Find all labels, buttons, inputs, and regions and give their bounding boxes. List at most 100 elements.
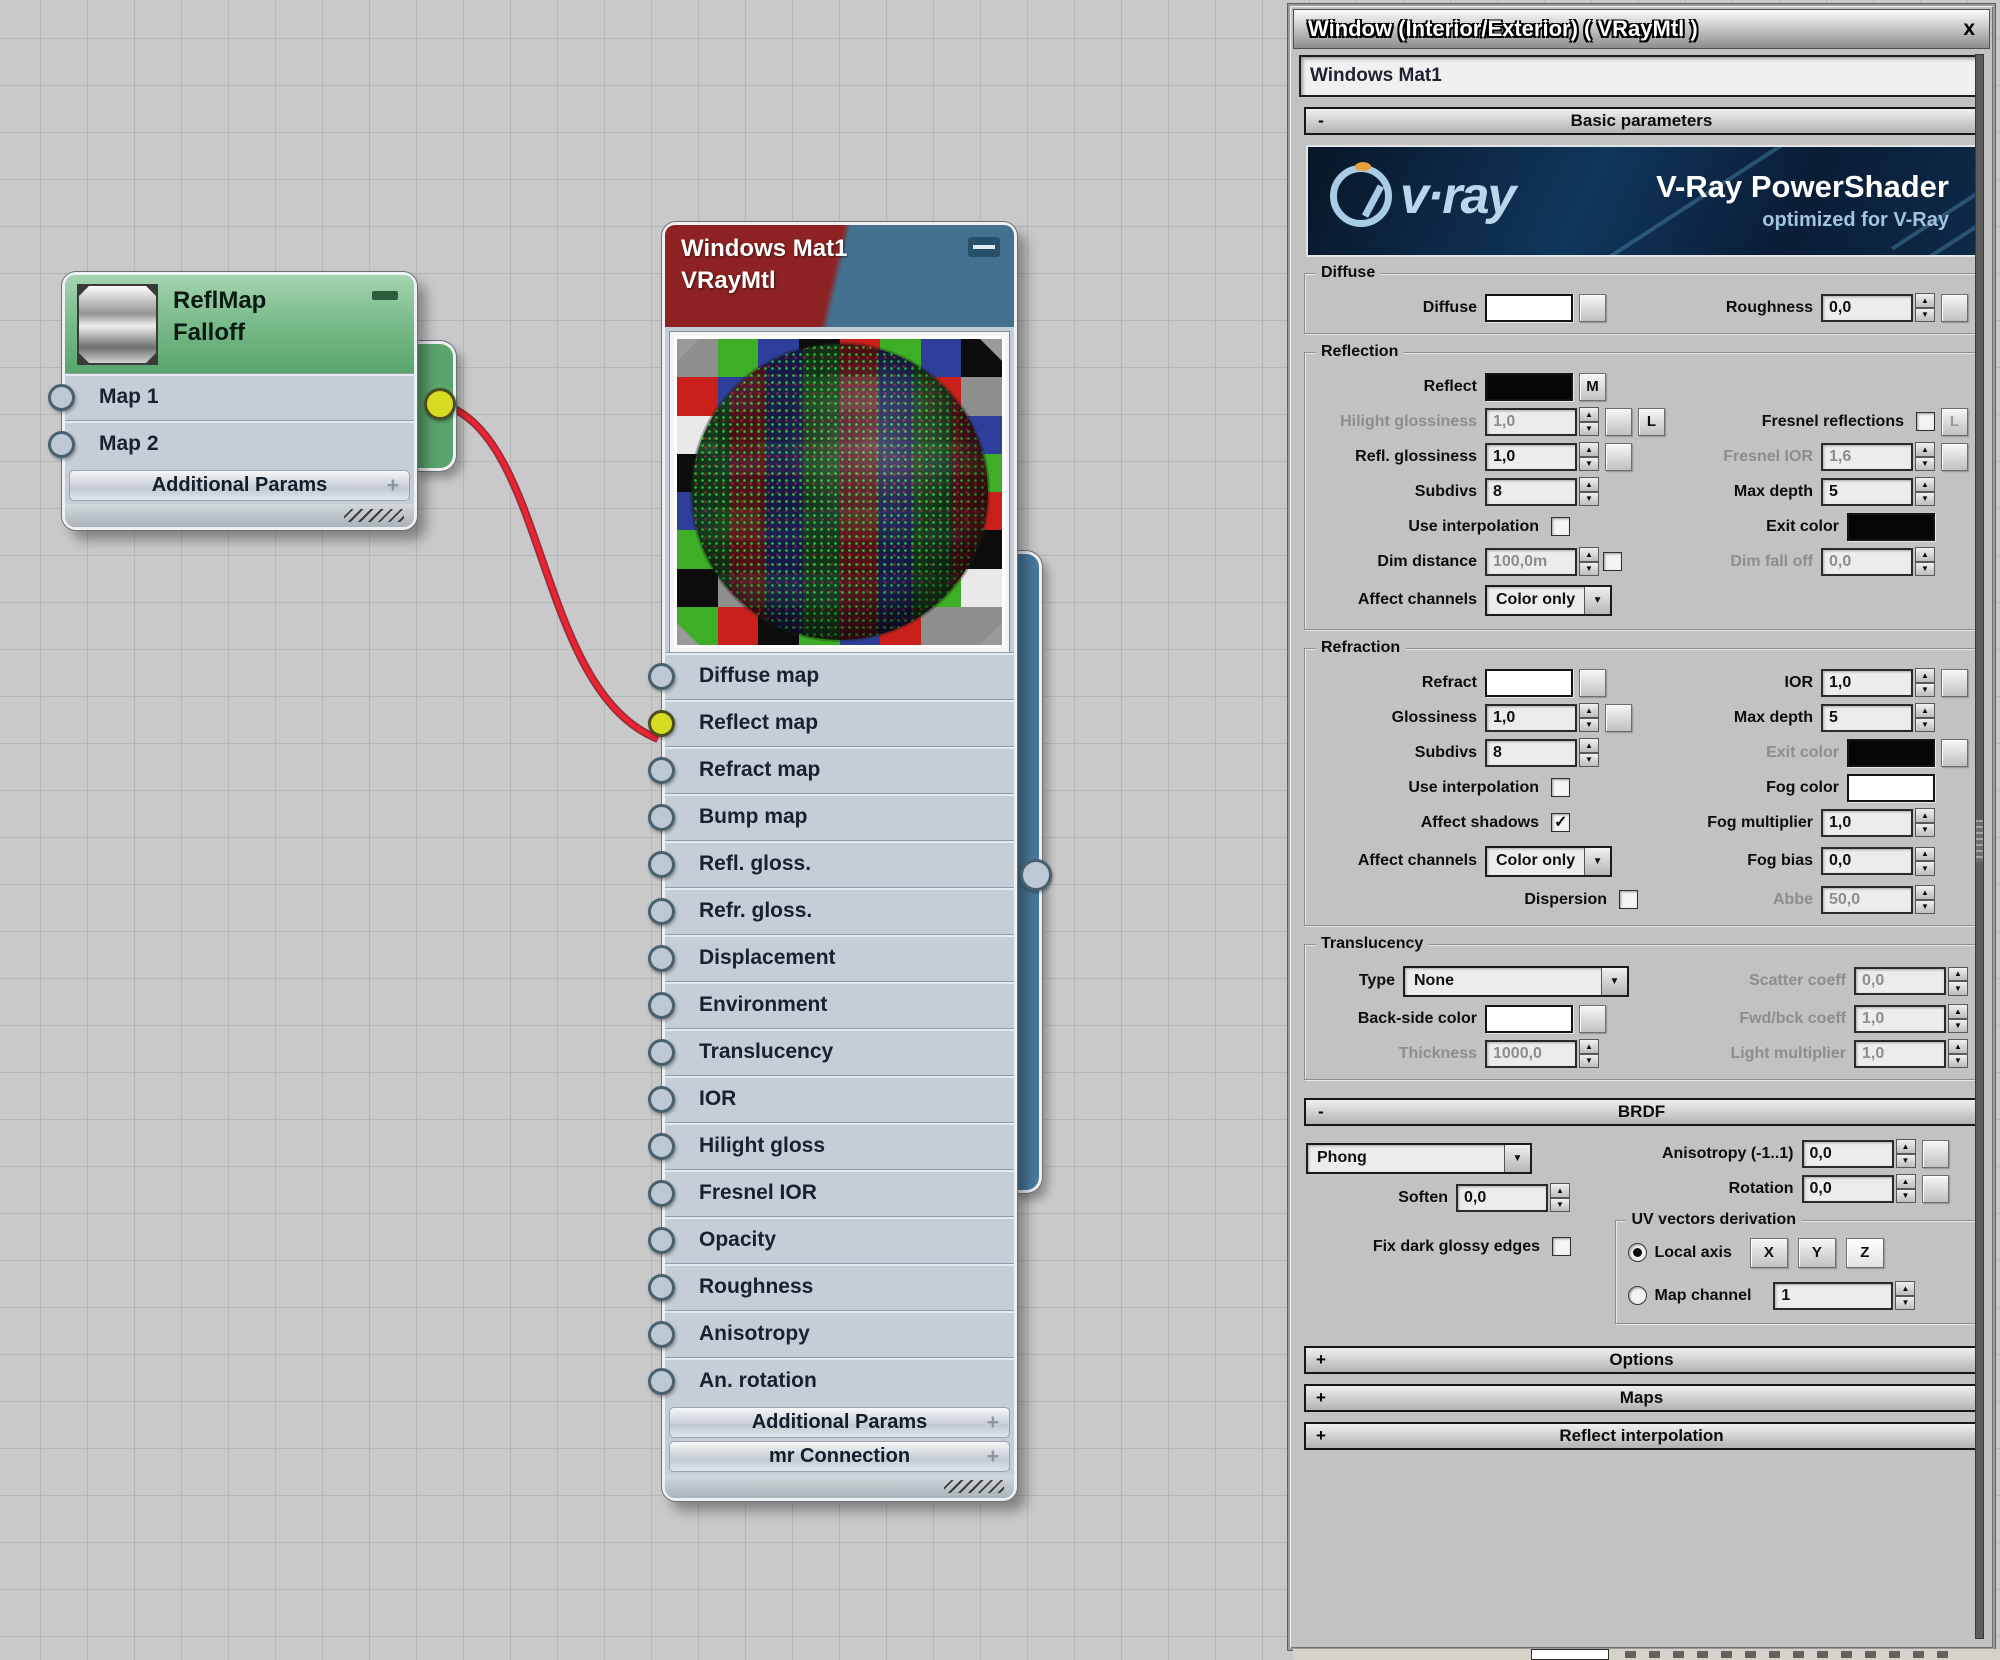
spinner-up-icon[interactable] bbox=[1915, 703, 1935, 718]
refr-exit-color-button[interactable] bbox=[1941, 739, 1968, 767]
input-socket[interactable] bbox=[648, 1039, 675, 1066]
glossiness-input[interactable]: 1,0 bbox=[1485, 704, 1577, 732]
slot-bump-map[interactable]: Bump map bbox=[665, 793, 1014, 840]
anisotropy-spinner[interactable] bbox=[1896, 1139, 1916, 1168]
spinner-down-icon[interactable] bbox=[1915, 308, 1935, 323]
affect-shadows-checkbox[interactable] bbox=[1551, 813, 1570, 832]
axis-y-button[interactable]: Y bbox=[1798, 1238, 1836, 1268]
material-name-input[interactable]: Windows Mat1 bbox=[1299, 55, 1984, 97]
spinner-up-icon[interactable] bbox=[1948, 967, 1968, 982]
slot-refr-gloss-[interactable]: Refr. gloss. bbox=[665, 887, 1014, 934]
input-socket[interactable] bbox=[648, 757, 675, 784]
glossiness-spinner[interactable] bbox=[1579, 703, 1599, 732]
reflmap-additional-params-bar[interactable]: Additional Params + bbox=[69, 470, 410, 501]
hilight-glossiness-input[interactable]: 1,0 bbox=[1485, 408, 1577, 436]
input-socket[interactable] bbox=[648, 1086, 675, 1113]
input-socket-connected[interactable] bbox=[648, 710, 675, 737]
fix-dark-glossy-edges-checkbox[interactable] bbox=[1552, 1237, 1571, 1256]
spinner-up-icon[interactable] bbox=[1550, 1183, 1570, 1198]
refl-glossiness-spinner[interactable] bbox=[1579, 442, 1599, 471]
material-node-header[interactable]: Windows Mat1 VRayMtl bbox=[665, 225, 1014, 327]
affect-channels-select[interactable]: Color only bbox=[1485, 585, 1612, 616]
hilight-lock-button[interactable]: L bbox=[1638, 408, 1665, 436]
subdivs-spinner[interactable] bbox=[1579, 477, 1599, 506]
diffuse-color-swatch[interactable] bbox=[1485, 294, 1573, 322]
spinner-down-icon[interactable] bbox=[1579, 422, 1599, 437]
fwd-bck-coeff-input[interactable]: 1,0 bbox=[1854, 1005, 1946, 1033]
panel-title-bar[interactable]: Window (Interior/Exterior) ( VRayMtl ) x bbox=[1293, 9, 1990, 49]
input-socket[interactable] bbox=[648, 898, 675, 925]
translucency-type-select[interactable]: None bbox=[1403, 966, 1629, 997]
input-socket[interactable] bbox=[648, 1133, 675, 1160]
spinner-down-icon[interactable] bbox=[1579, 562, 1599, 577]
input-socket[interactable] bbox=[648, 851, 675, 878]
rollout-reflect-interpolation[interactable]: + Reflect interpolation bbox=[1304, 1422, 1979, 1450]
refr-exit-color-swatch[interactable] bbox=[1847, 739, 1935, 767]
hilight-glossiness-map-button[interactable] bbox=[1605, 408, 1632, 436]
dim-distance-checkbox[interactable] bbox=[1603, 552, 1622, 571]
back-side-map-button[interactable] bbox=[1579, 1005, 1606, 1033]
spinner-down-icon[interactable] bbox=[1948, 1019, 1968, 1034]
slot-map-1[interactable]: Map 1 bbox=[65, 373, 414, 420]
material-node[interactable]: Windows Mat1 VRayMtl Diffuse mapReflect … bbox=[662, 222, 1017, 1501]
spinner-down-icon[interactable] bbox=[1915, 900, 1935, 915]
dropdown-arrow-icon[interactable] bbox=[1504, 1145, 1530, 1172]
rollout-maps[interactable]: + Maps bbox=[1304, 1384, 1979, 1412]
input-socket[interactable] bbox=[648, 1321, 675, 1348]
input-socket[interactable] bbox=[648, 1180, 675, 1207]
reflmap-node[interactable]: ReflMap Falloff Map 1Map 2 Additional Pa… bbox=[62, 272, 417, 530]
refl-glossiness-input[interactable]: 1,0 bbox=[1485, 443, 1577, 471]
expand-plus-icon[interactable]: + bbox=[387, 474, 399, 498]
roughness-input[interactable]: 0,0 bbox=[1821, 294, 1913, 322]
map-channel-input[interactable]: 1 bbox=[1773, 1282, 1893, 1310]
spinner-up-icon[interactable] bbox=[1895, 1281, 1915, 1296]
refr-subdivs-input[interactable]: 8 bbox=[1485, 739, 1577, 767]
spinner-up-icon[interactable] bbox=[1579, 738, 1599, 753]
slot-ior[interactable]: IOR bbox=[665, 1075, 1014, 1122]
fresnel-lock-button[interactable]: L bbox=[1941, 408, 1968, 436]
slot-diffuse-map[interactable]: Diffuse map bbox=[665, 652, 1014, 699]
scatter-coeff-spinner[interactable] bbox=[1948, 967, 1968, 996]
spinner-down-icon[interactable] bbox=[1550, 1198, 1570, 1213]
light-multiplier-spinner[interactable] bbox=[1948, 1039, 1968, 1068]
refr-subdivs-spinner[interactable] bbox=[1579, 738, 1599, 767]
local-axis-radio[interactable] bbox=[1628, 1243, 1647, 1262]
spinner-up-icon[interactable] bbox=[1579, 1039, 1599, 1054]
fog-bias-spinner[interactable] bbox=[1915, 847, 1935, 876]
spinner-down-icon[interactable] bbox=[1579, 718, 1599, 733]
panel-scrollbar-thumb[interactable] bbox=[1976, 820, 1983, 862]
dim-distance-input[interactable]: 100,0m bbox=[1485, 548, 1577, 576]
input-socket[interactable] bbox=[648, 1368, 675, 1395]
dim-fall-off-spinner[interactable] bbox=[1915, 547, 1935, 576]
spinner-up-icon[interactable] bbox=[1915, 293, 1935, 308]
dim-distance-spinner[interactable] bbox=[1579, 547, 1599, 576]
input-socket[interactable] bbox=[48, 384, 75, 411]
spinner-down-icon[interactable] bbox=[1948, 981, 1968, 996]
reflect-map-button[interactable]: M bbox=[1579, 373, 1606, 401]
spinner-up-icon[interactable] bbox=[1915, 668, 1935, 683]
slot-displacement[interactable]: Displacement bbox=[665, 934, 1014, 981]
slot-opacity[interactable]: Opacity bbox=[665, 1216, 1014, 1263]
spinner-down-icon[interactable] bbox=[1915, 562, 1935, 577]
soften-input[interactable]: 0,0 bbox=[1456, 1184, 1548, 1212]
node-resize-grip[interactable] bbox=[665, 1475, 1014, 1498]
anisotropy-input[interactable]: 0,0 bbox=[1802, 1140, 1894, 1168]
spinner-down-icon[interactable] bbox=[1896, 1189, 1916, 1204]
spinner-up-icon[interactable] bbox=[1915, 885, 1935, 900]
ior-spinner[interactable] bbox=[1915, 668, 1935, 697]
spinner-down-icon[interactable] bbox=[1915, 861, 1935, 876]
fresnel-ior-input[interactable]: 1,6 bbox=[1821, 443, 1913, 471]
spinner-down-icon[interactable] bbox=[1579, 753, 1599, 768]
spinner-up-icon[interactable] bbox=[1579, 703, 1599, 718]
anisotropy-map-button[interactable] bbox=[1922, 1140, 1949, 1168]
spinner-up-icon[interactable] bbox=[1948, 1004, 1968, 1019]
glossiness-map-button[interactable] bbox=[1605, 704, 1632, 732]
rollout-options[interactable]: + Options bbox=[1304, 1346, 1979, 1374]
map-channel-spinner[interactable] bbox=[1895, 1281, 1915, 1310]
spinner-down-icon[interactable] bbox=[1915, 718, 1935, 733]
max-depth-input[interactable]: 5 bbox=[1821, 478, 1913, 506]
refr-use-interpolation-checkbox[interactable] bbox=[1551, 778, 1570, 797]
input-socket[interactable] bbox=[648, 1227, 675, 1254]
spinner-up-icon[interactable] bbox=[1896, 1174, 1916, 1189]
node-resize-grip[interactable] bbox=[65, 504, 414, 527]
